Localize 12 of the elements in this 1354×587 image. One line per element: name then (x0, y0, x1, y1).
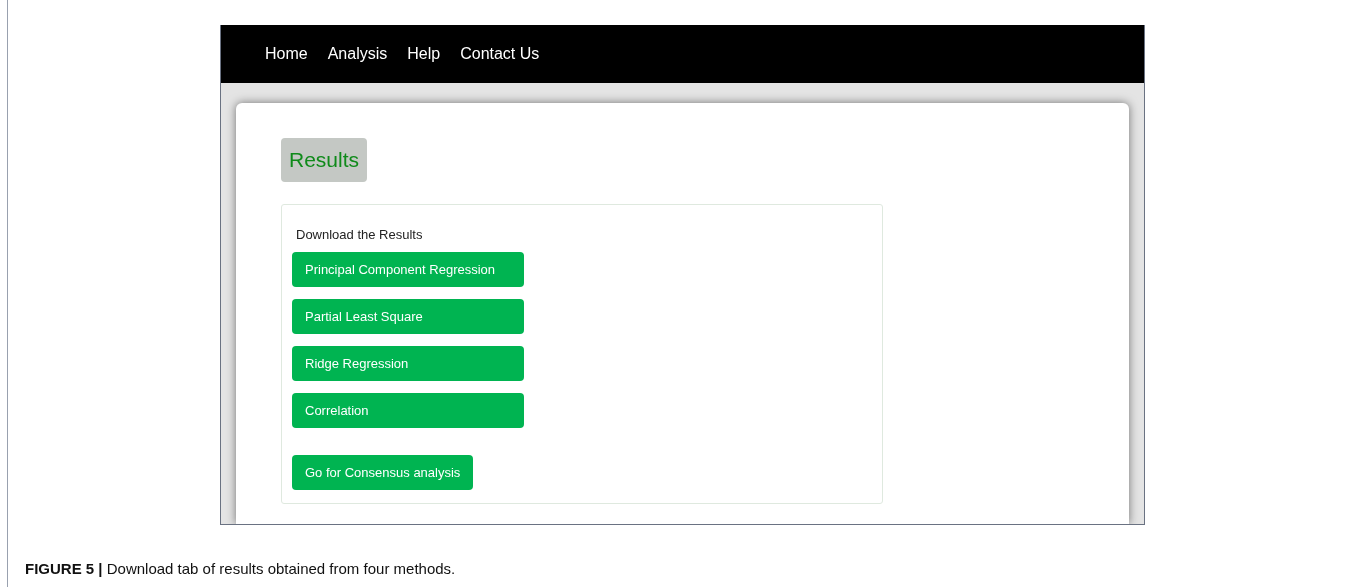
consensus-button[interactable]: Go for Consensus analysis (292, 455, 474, 490)
nav-link[interactable]: Analysis (327, 42, 388, 66)
download-button[interactable]: Ridge Regression (292, 346, 524, 381)
panel-heading: Download the Results (295, 225, 424, 244)
nav-link[interactable]: Home (265, 42, 308, 66)
nav-link[interactable]: Contact Us (460, 42, 540, 66)
download-button[interactable]: Partial Least Square (292, 299, 524, 334)
download-button[interactable]: Correlation (292, 393, 524, 428)
download-button[interactable]: Principal Component Regression (292, 252, 524, 287)
figure-caption: FIGURE 5 | Download tab of results obtained from four methods. (25, 560, 456, 577)
nav-link[interactable]: Help (407, 42, 441, 66)
page-heading: Results (281, 138, 368, 182)
